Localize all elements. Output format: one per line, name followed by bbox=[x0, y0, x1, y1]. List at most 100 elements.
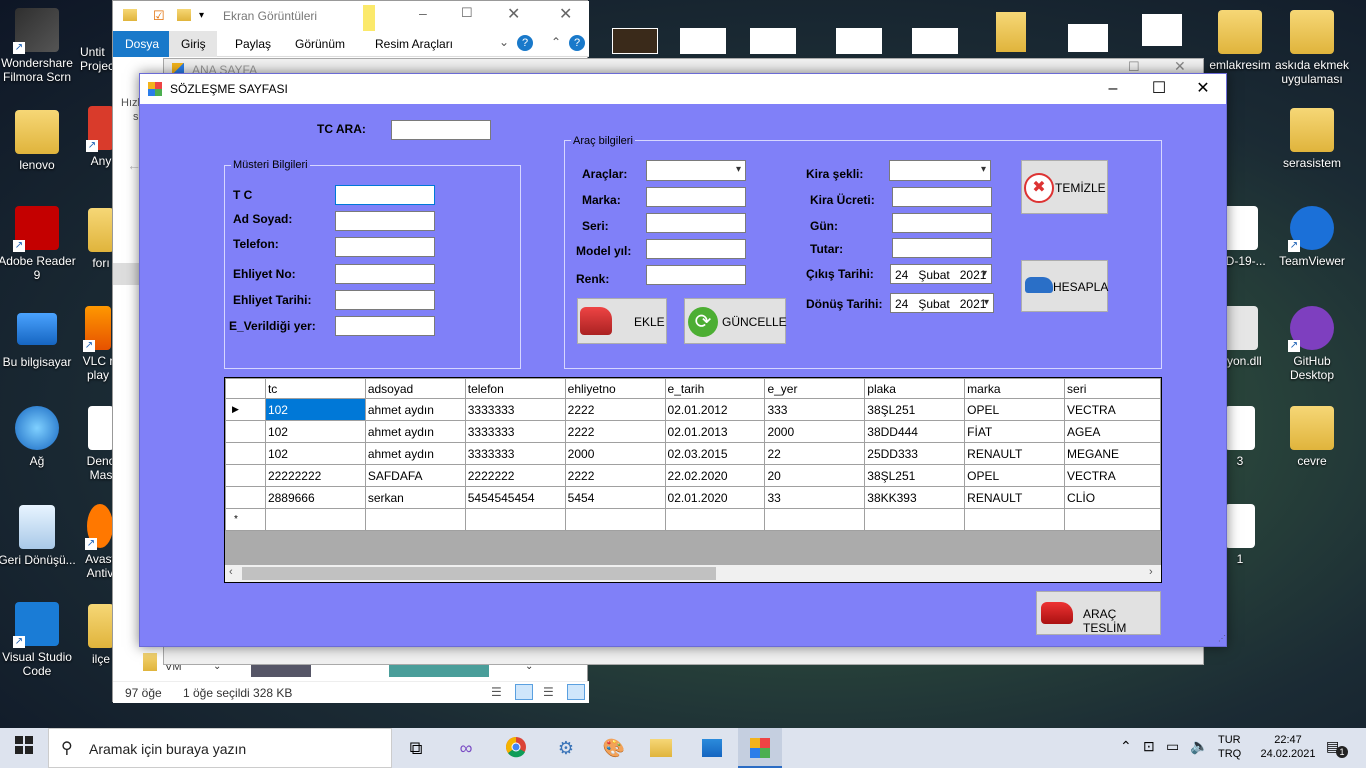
table-cell[interactable]: 02.01.2012 bbox=[664, 398, 766, 421]
table-cell[interactable]: 2000 bbox=[564, 442, 666, 465]
table-cell[interactable]: 2222 bbox=[564, 398, 666, 421]
table-cell[interactable]: RENAULT bbox=[964, 486, 1066, 509]
visual-studio-icon[interactable]: ∞ bbox=[454, 736, 478, 760]
clock[interactable]: 22:47 24.02.2021 bbox=[1252, 733, 1324, 761]
table-cell[interactable]: CLİO bbox=[1064, 486, 1161, 509]
chevron-up-icon[interactable]: ⌃ bbox=[1120, 738, 1132, 755]
marka-input[interactable] bbox=[646, 187, 746, 207]
e-verildigi-yer-input[interactable] bbox=[335, 316, 435, 336]
column-header[interactable]: marka bbox=[964, 378, 1066, 399]
close-button-2[interactable]: ✕ bbox=[559, 4, 572, 24]
desktop-icon-emlakresim[interactable]: emlakresim bbox=[1200, 10, 1280, 72]
table-cell[interactable] bbox=[764, 508, 866, 531]
close-button[interactable]: ✕ bbox=[507, 4, 520, 24]
table-cell[interactable]: VECTRA bbox=[1064, 464, 1161, 487]
scroll-left-icon[interactable]: ‹ bbox=[229, 566, 233, 578]
table-cell[interactable]: 33 bbox=[764, 486, 866, 509]
table-row[interactable]: 2889666 serkan 5454545454 5454 02.01.202… bbox=[225, 486, 1161, 509]
arac-teslim-button[interactable]: ARAÇ TESLİM bbox=[1036, 591, 1161, 635]
ehliyet-tarihi-input[interactable] bbox=[335, 290, 435, 310]
scroll-right-icon[interactable]: › bbox=[1149, 566, 1153, 578]
table-cell[interactable]: 3333333 bbox=[464, 442, 566, 465]
column-header[interactable]: seri bbox=[1064, 378, 1161, 399]
chrome-icon[interactable] bbox=[504, 736, 528, 760]
donus-tarihi-datepicker[interactable]: 24 Şubat 2021 ▾ bbox=[890, 293, 994, 313]
table-cell[interactable]: 2889666 bbox=[264, 486, 366, 509]
minimize-button[interactable]: – bbox=[419, 5, 427, 21]
table-cell[interactable]: 02.03.2015 bbox=[664, 442, 766, 465]
row-header[interactable] bbox=[225, 420, 266, 443]
desktop-icon-cevre[interactable]: cevre bbox=[1272, 406, 1352, 468]
table-cell[interactable] bbox=[664, 508, 766, 531]
desktop-icon-askida-ekmek[interactable]: askıda ekmek uygulaması bbox=[1272, 10, 1352, 86]
close-button[interactable]: ✕ bbox=[1180, 74, 1226, 104]
seri-input[interactable] bbox=[646, 213, 746, 233]
tc-ara-input[interactable] bbox=[391, 120, 491, 140]
table-cell[interactable]: OPEL bbox=[964, 398, 1066, 421]
table-cell[interactable]: VECTRA bbox=[1064, 398, 1161, 421]
table-cell[interactable] bbox=[864, 508, 966, 531]
photos-icon[interactable] bbox=[700, 736, 724, 760]
tab-giris[interactable]: Giriş bbox=[169, 31, 217, 57]
desktop-icon-serasistem[interactable]: serasistem bbox=[1272, 108, 1352, 170]
horizontal-scrollbar[interactable]: ‹ › bbox=[225, 565, 1161, 582]
table-row[interactable]: 102 ahmet aydın 3333333 2222 02.01.2013 … bbox=[225, 420, 1161, 443]
desktop-icon-vlc[interactable]: VLC r play bbox=[80, 306, 116, 382]
table-cell[interactable]: ahmet aydın bbox=[364, 442, 466, 465]
ehliyet-no-input[interactable] bbox=[335, 264, 435, 284]
cikis-tarihi-datepicker[interactable]: 24 Şubat 2021 ▾ bbox=[890, 264, 992, 284]
table-cell[interactable]: 2222 bbox=[564, 420, 666, 443]
araclar-combobox[interactable]: ▾ bbox=[646, 160, 746, 181]
table-cell[interactable]: 102 bbox=[264, 398, 366, 421]
desktop-icon-adobe-reader[interactable]: Adobe Reader 9 bbox=[0, 206, 77, 282]
table-cell[interactable] bbox=[464, 508, 566, 531]
table-cell[interactable]: 02.01.2013 bbox=[664, 420, 766, 443]
sidebar-selected-item[interactable] bbox=[113, 263, 139, 285]
table-cell[interactable] bbox=[364, 508, 466, 531]
table-cell[interactable]: 38ŞL251 bbox=[864, 464, 966, 487]
renk-input[interactable] bbox=[646, 265, 746, 285]
telefon-input[interactable] bbox=[335, 237, 435, 257]
tc-input[interactable] bbox=[335, 185, 435, 205]
desktop-icon-vscode[interactable]: Visual Studio Code bbox=[0, 602, 77, 678]
hesapla-button[interactable]: HESAPLA bbox=[1021, 260, 1108, 312]
table-cell[interactable]: 25DD333 bbox=[864, 442, 966, 465]
table-cell[interactable]: OPEL bbox=[964, 464, 1066, 487]
help-icon-2[interactable]: ? bbox=[569, 35, 585, 51]
table-cell[interactable]: 5454545454 bbox=[464, 486, 566, 509]
table-cell[interactable] bbox=[1064, 508, 1161, 531]
column-header[interactable]: ehliyetno bbox=[564, 378, 666, 399]
table-cell[interactable]: SAFDAFA bbox=[364, 464, 466, 487]
details-view-icon[interactable]: ☰ bbox=[491, 685, 502, 699]
column-header[interactable]: telefon bbox=[464, 378, 566, 399]
task-view-icon[interactable]: ⧉ bbox=[404, 736, 428, 760]
table-cell[interactable]: ahmet aydın bbox=[364, 398, 466, 421]
table-cell[interactable]: MEGANE bbox=[1064, 442, 1161, 465]
new-row[interactable]: * bbox=[225, 508, 1161, 531]
contracts-datagrid[interactable]: tc adsoyad telefon ehliyetno e_tarih e_y… bbox=[224, 377, 1162, 583]
table-cell[interactable]: 38ŞL251 bbox=[864, 398, 966, 421]
tab-paylas[interactable]: Paylaş bbox=[235, 37, 271, 51]
table-cell[interactable]: RENAULT bbox=[964, 442, 1066, 465]
column-header[interactable]: plaka bbox=[864, 378, 966, 399]
table-cell[interactable]: 2222 bbox=[564, 464, 666, 487]
adsoyad-input[interactable] bbox=[335, 211, 435, 231]
details-view-icon-2[interactable]: ☰ bbox=[543, 685, 554, 699]
table-cell[interactable]: 38DD444 bbox=[864, 420, 966, 443]
table-cell[interactable]: 3333333 bbox=[464, 420, 566, 443]
network-status-icon[interactable]: ⊡ bbox=[1143, 738, 1155, 755]
gun-input[interactable] bbox=[892, 213, 992, 233]
sozlesme-window[interactable]: SÖZLEŞME SAYFASI – ☐ ✕ TC ARA: Müsteri B… bbox=[139, 73, 1227, 647]
row-header[interactable] bbox=[225, 486, 266, 509]
column-header[interactable]: e_tarih bbox=[664, 378, 766, 399]
column-header[interactable]: tc bbox=[264, 378, 366, 399]
row-header[interactable] bbox=[225, 442, 266, 465]
input-language-indicator[interactable]: TUR TRQ bbox=[1218, 733, 1241, 761]
large-icons-view-icon[interactable] bbox=[515, 684, 533, 700]
table-cell[interactable]: ahmet aydın bbox=[364, 420, 466, 443]
scrollbar-thumb[interactable] bbox=[242, 567, 716, 580]
windows-start-icon[interactable] bbox=[12, 736, 36, 760]
table-cell[interactable] bbox=[264, 508, 366, 531]
table-cell[interactable]: 22 bbox=[764, 442, 866, 465]
table-cell[interactable]: 333 bbox=[764, 398, 866, 421]
